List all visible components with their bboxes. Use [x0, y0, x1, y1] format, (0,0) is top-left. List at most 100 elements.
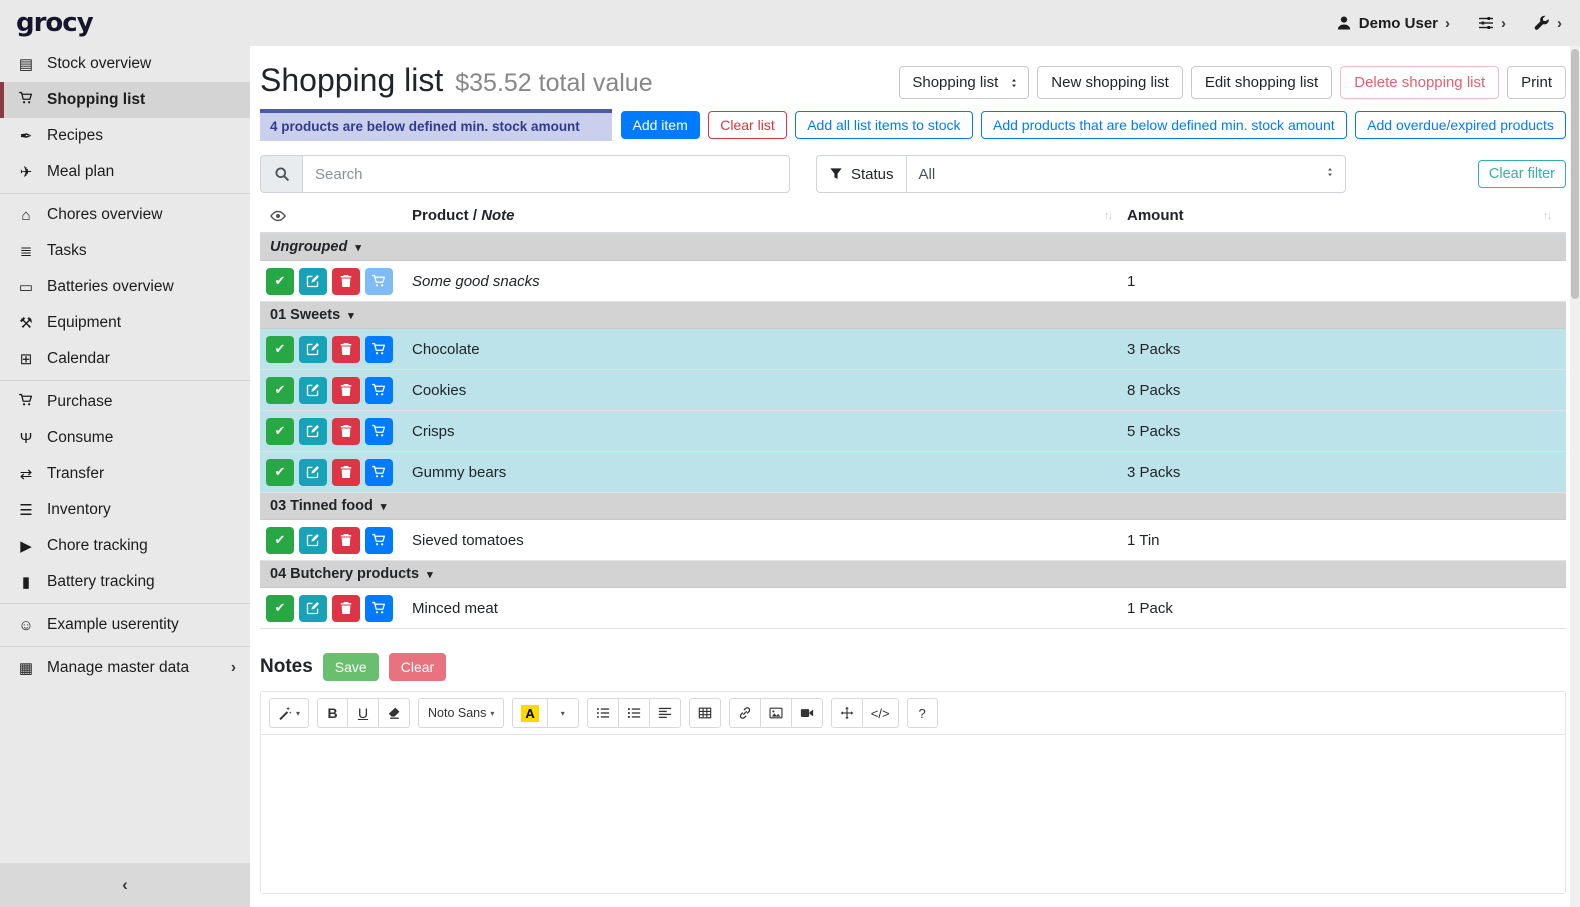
- new-shopping-list-button[interactable]: New shopping list: [1037, 66, 1183, 99]
- sidebar-item-meal-plan[interactable]: ✈Meal plan: [0, 154, 250, 190]
- clear-notes-button[interactable]: Clear: [389, 653, 446, 681]
- notes-editor-area[interactable]: [261, 735, 1565, 893]
- sidebar-item-tasks[interactable]: ≣Tasks: [0, 233, 250, 269]
- vertical-scrollbar[interactable]: [1570, 46, 1580, 907]
- search-input[interactable]: [302, 155, 790, 193]
- insert-video-button[interactable]: [792, 698, 823, 728]
- sidebar-item-equipment[interactable]: ⚒Equipment: [0, 305, 250, 341]
- group-header-tinned-food[interactable]: 03 Tinned food ▾: [260, 493, 1566, 520]
- edit-entry-button[interactable]: [299, 268, 327, 295]
- edit-shopping-list-button[interactable]: Edit shopping list: [1191, 66, 1332, 99]
- sidebar-item-manage-master-data[interactable]: ▦Manage master data›: [0, 650, 250, 686]
- group-name: 01 Sweets: [270, 307, 340, 323]
- sidebar-item-battery-tracking[interactable]: ▮Battery tracking: [0, 564, 250, 600]
- sidebar-item-batteries-overview[interactable]: ▭Batteries overview: [0, 269, 250, 305]
- unordered-list-button[interactable]: [587, 698, 619, 728]
- add-overdue-button[interactable]: Add overdue/expired products: [1355, 111, 1566, 139]
- amount-column-header[interactable]: Amount ↑↓: [1127, 205, 1566, 232]
- group-header-sweets[interactable]: 01 Sweets ▾: [260, 302, 1566, 329]
- clear-filter-button[interactable]: Clear filter: [1478, 160, 1566, 188]
- shopping-list-select[interactable]: Shopping list: [899, 66, 1029, 99]
- insert-link-button[interactable]: [729, 698, 761, 728]
- add-to-stock-button[interactable]: [365, 377, 393, 404]
- product-name: Crisps: [412, 423, 1127, 440]
- mark-done-button[interactable]: ✔: [266, 268, 294, 295]
- font-family-button[interactable]: Noto Sans▾: [418, 698, 504, 728]
- delete-entry-button[interactable]: [332, 459, 360, 486]
- min-stock-warning[interactable]: 4 products are below defined min. stock …: [260, 109, 612, 141]
- delete-entry-button[interactable]: [332, 595, 360, 622]
- text-color-button[interactable]: A: [512, 698, 547, 728]
- product-column-header[interactable]: Product / Note ↑↓: [412, 205, 1127, 232]
- transfer-arrows-icon: ⇄: [16, 465, 36, 483]
- add-to-stock-button[interactable]: [365, 527, 393, 554]
- delete-entry-button[interactable]: [332, 527, 360, 554]
- sidebar-item-chores-overview[interactable]: ⌂Chores overview: [0, 197, 250, 233]
- add-to-stock-button[interactable]: [365, 418, 393, 445]
- sidebar-item-stock-overview[interactable]: ▤Stock overview: [0, 46, 250, 82]
- bold-button[interactable]: B: [317, 698, 348, 728]
- remove-format-button[interactable]: [379, 698, 410, 728]
- delete-entry-button[interactable]: [332, 377, 360, 404]
- scrollbar-thumb[interactable]: [1571, 49, 1579, 299]
- sidebar-item-consume[interactable]: ΨConsume: [0, 420, 250, 456]
- delete-shopping-list-button[interactable]: Delete shopping list: [1340, 66, 1499, 99]
- save-notes-button[interactable]: Save: [323, 653, 379, 681]
- sidebar-item-label: Shopping list: [47, 91, 145, 109]
- help-button[interactable]: ?: [907, 698, 938, 728]
- underline-button[interactable]: U: [348, 698, 379, 728]
- sidebar-item-transfer[interactable]: ⇄Transfer: [0, 456, 250, 492]
- mark-done-button[interactable]: ✔: [266, 418, 294, 445]
- delete-entry-button[interactable]: [332, 336, 360, 363]
- clear-list-button[interactable]: Clear list: [708, 111, 786, 139]
- fullscreen-button[interactable]: [831, 698, 863, 728]
- add-all-to-stock-button[interactable]: Add all list items to stock: [795, 111, 972, 139]
- sidebar-item-example-userentity[interactable]: ☺Example userentity: [0, 607, 250, 643]
- style-dropdown-button[interactable]: ▾: [269, 698, 309, 728]
- admin-menu[interactable]: ›: [1534, 15, 1562, 32]
- delete-entry-button[interactable]: [332, 268, 360, 295]
- add-below-min-stock-button[interactable]: Add products that are below defined min.…: [981, 111, 1347, 139]
- add-to-stock-button[interactable]: [365, 268, 393, 295]
- add-to-stock-button[interactable]: [365, 595, 393, 622]
- insert-picture-button[interactable]: [761, 698, 792, 728]
- sidebar-item-chore-tracking[interactable]: ▶Chore tracking: [0, 528, 250, 564]
- ordered-list-button[interactable]: [619, 698, 650, 728]
- chevron-right-icon: ›: [231, 659, 236, 677]
- edit-entry-button[interactable]: [299, 595, 327, 622]
- paragraph-align-button[interactable]: [650, 698, 681, 728]
- edit-entry-button[interactable]: [299, 336, 327, 363]
- mark-done-button[interactable]: ✔: [266, 336, 294, 363]
- user-menu[interactable]: Demo User ›: [1336, 15, 1450, 32]
- trash-icon: [339, 424, 353, 438]
- edit-entry-button[interactable]: [299, 459, 327, 486]
- select-caret-icon: [1325, 165, 1335, 183]
- add-item-button[interactable]: Add item: [621, 111, 700, 139]
- mark-done-button[interactable]: ✔: [266, 377, 294, 404]
- insert-table-button[interactable]: [689, 698, 721, 728]
- mark-done-button[interactable]: ✔: [266, 595, 294, 622]
- grocy-logo[interactable]: grocy: [16, 8, 93, 38]
- delete-entry-button[interactable]: [332, 418, 360, 445]
- sidebar-item-label: Consume: [47, 429, 113, 447]
- sidebar-item-purchase[interactable]: Purchase: [0, 384, 250, 420]
- edit-entry-button[interactable]: [299, 527, 327, 554]
- sidebar-item-shopping-list[interactable]: Shopping list: [0, 82, 250, 118]
- edit-entry-button[interactable]: [299, 377, 327, 404]
- sidebar-item-inventory[interactable]: ☰Inventory: [0, 492, 250, 528]
- sidebar-collapse-button[interactable]: ‹: [0, 863, 250, 907]
- print-button[interactable]: Print: [1507, 66, 1566, 99]
- edit-entry-button[interactable]: [299, 418, 327, 445]
- color-dropdown-button[interactable]: ▾: [548, 698, 579, 728]
- mark-done-button[interactable]: ✔: [266, 527, 294, 554]
- sidebar-item-calendar[interactable]: ⊞Calendar: [0, 341, 250, 377]
- mark-done-button[interactable]: ✔: [266, 459, 294, 486]
- add-to-stock-button[interactable]: [365, 459, 393, 486]
- group-header-butchery-products[interactable]: 04 Butchery products ▾: [260, 561, 1566, 588]
- status-select[interactable]: All: [906, 155, 1346, 193]
- codeview-button[interactable]: </>: [863, 698, 899, 728]
- add-to-stock-button[interactable]: [365, 336, 393, 363]
- settings-menu[interactable]: ›: [1478, 15, 1506, 32]
- sidebar-item-recipes[interactable]: ✒Recipes: [0, 118, 250, 154]
- group-header-ungrouped[interactable]: Ungrouped ▾: [260, 234, 1566, 261]
